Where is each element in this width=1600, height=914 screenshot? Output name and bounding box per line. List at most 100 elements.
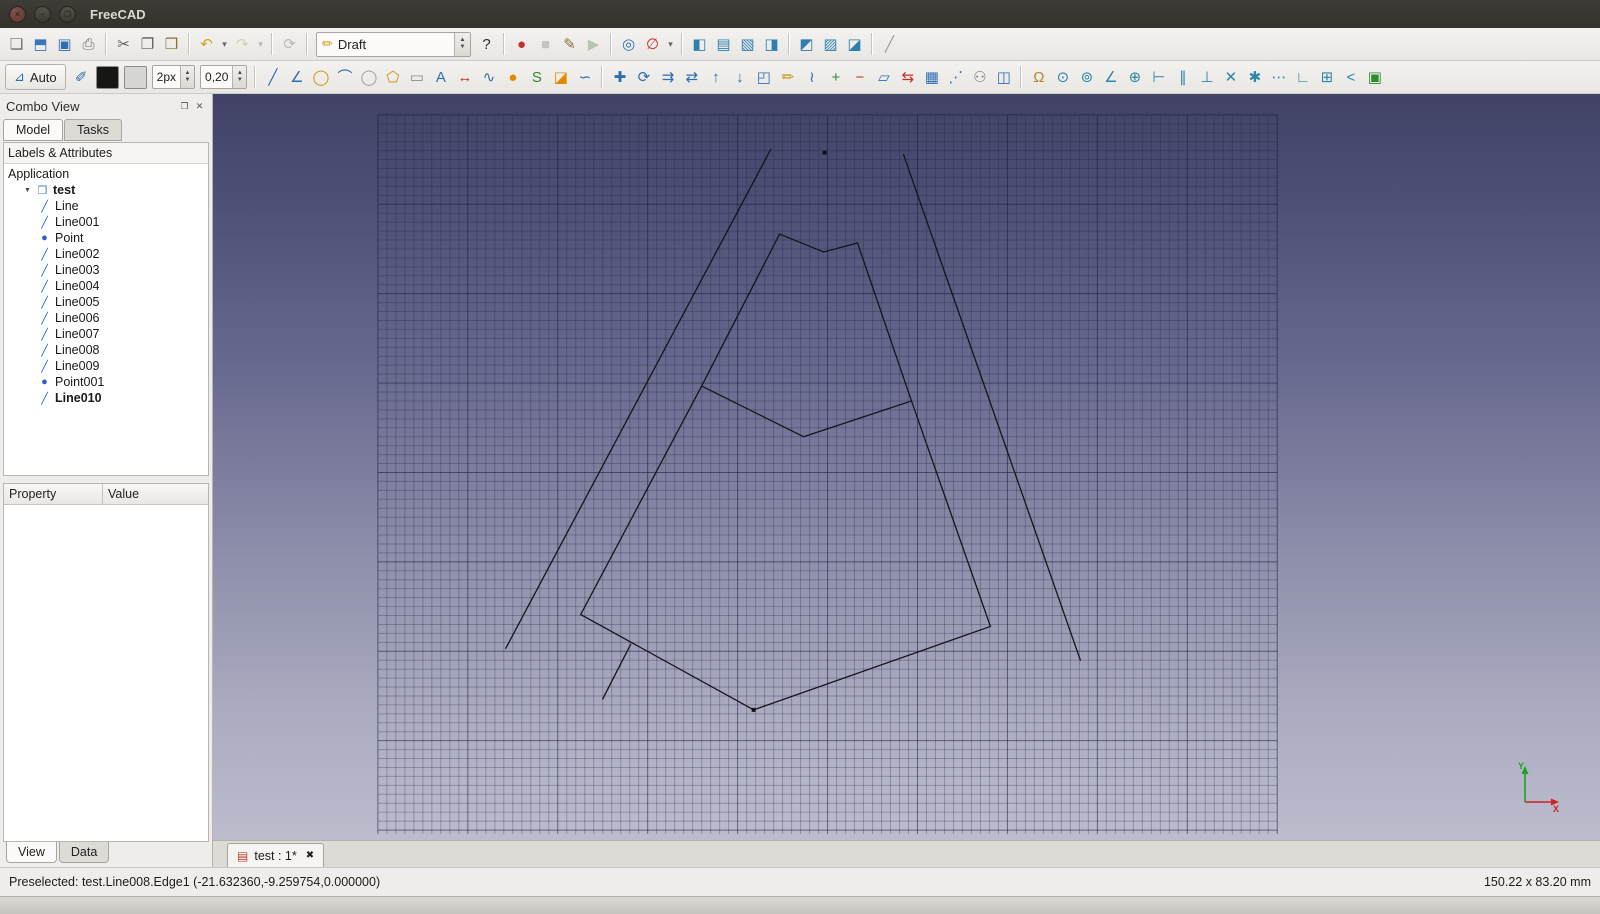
snap-parallel-button[interactable]: ∥: [1171, 66, 1194, 89]
draft-clone-button[interactable]: ⚇: [968, 66, 991, 89]
tab-data[interactable]: Data: [58, 842, 110, 863]
tree-item-line008[interactable]: ╱ Line008: [4, 342, 208, 358]
tab-tasks[interactable]: Tasks: [64, 119, 122, 141]
draft-dimension-button[interactable]: ↔: [453, 66, 476, 89]
draft-circle-button[interactable]: ◯: [309, 66, 332, 89]
value-column-header[interactable]: Value: [103, 484, 208, 505]
tree-item-line[interactable]: ╱ Line: [4, 198, 208, 214]
tree-item-line010[interactable]: ╱ Line010: [4, 390, 208, 406]
panel-close-icon[interactable]: ✕: [192, 99, 207, 114]
line-width-spin-arrows[interactable]: ▲ ▼: [180, 66, 195, 88]
measure-distance-button[interactable]: ╱: [878, 33, 901, 56]
open-file-button[interactable]: ⬒: [29, 33, 52, 56]
copy-button[interactable]: ❐: [136, 33, 159, 56]
expander-icon[interactable]: ▼: [23, 187, 32, 194]
snap-ortho-button[interactable]: ∟: [1291, 66, 1314, 89]
tree-item-line007[interactable]: ╱ Line007: [4, 326, 208, 342]
window-close-button[interactable]: ✕: [9, 5, 26, 23]
snap-midpoint-button[interactable]: ⊚: [1075, 66, 1098, 89]
snap-lock-button[interactable]: Ω: [1027, 66, 1050, 89]
macro-record-button[interactable]: ●: [510, 33, 533, 56]
document-close-icon[interactable]: ✖: [306, 850, 314, 861]
undo-button[interactable]: ↶: [195, 33, 218, 56]
snap-extension-button[interactable]: ⊢: [1147, 66, 1170, 89]
draft-polygon-button[interactable]: ⬠: [381, 66, 404, 89]
draft-bspline-button[interactable]: ∿: [477, 66, 500, 89]
draft-rotate-button[interactable]: ⟳: [632, 66, 655, 89]
snap-dimensions-button[interactable]: <: [1339, 66, 1362, 89]
draft-arc-button[interactable]: ⌒: [333, 66, 356, 89]
scale-spin[interactable]: 0,20 ▲ ▼: [200, 65, 248, 89]
tab-model[interactable]: Model: [3, 119, 64, 141]
draft-mirror-button[interactable]: ◫: [992, 66, 1015, 89]
tree-item-line005[interactable]: ╱ Line005: [4, 294, 208, 310]
workbench-dropdown-arrows[interactable]: ▲ ▼: [454, 32, 470, 56]
draft-delete-point-button[interactable]: −: [848, 66, 871, 89]
cut-button[interactable]: ✂: [112, 33, 135, 56]
face-color-swatch[interactable]: [123, 65, 147, 89]
workbench-selector[interactable]: ✏ Draft ▲ ▼: [316, 31, 471, 57]
tree-item-point001[interactable]: ● Point001: [4, 374, 208, 390]
draft-downgrade-button[interactable]: ↓: [728, 66, 751, 89]
tree-item-line003[interactable]: ╱ Line003: [4, 262, 208, 278]
draft-wire-to-bspline-button[interactable]: ≀: [800, 66, 823, 89]
window-minimize-button[interactable]: −: [34, 5, 51, 23]
draft-edit-button[interactable]: ✏: [776, 66, 799, 89]
tree-item-line004[interactable]: ╱ Line004: [4, 278, 208, 294]
property-column-header[interactable]: Property: [4, 484, 103, 505]
tree-item-point[interactable]: ● Point: [4, 230, 208, 246]
draft-path-array-button[interactable]: ⋰: [944, 66, 967, 89]
tree-item-line002[interactable]: ╱ Line002: [4, 246, 208, 262]
tree-item-line001[interactable]: ╱ Line001: [4, 214, 208, 230]
snap-center-button[interactable]: ⊕: [1123, 66, 1146, 89]
zoom-fit-button[interactable]: ◎: [617, 33, 640, 56]
panel-splitter[interactable]: [0, 476, 212, 483]
draft-move-button[interactable]: ✚: [608, 66, 631, 89]
macro-edit-button[interactable]: ✎: [558, 33, 581, 56]
tab-view[interactable]: View: [6, 842, 57, 863]
snap-special-button[interactable]: ✱: [1243, 66, 1266, 89]
print-button[interactable]: ⎙: [77, 33, 100, 56]
tree-item-line009[interactable]: ╱ Line009: [4, 358, 208, 374]
view-rear-button[interactable]: ◩: [795, 33, 818, 56]
whats-this-button[interactable]: ?: [475, 33, 498, 56]
view-bottom-button[interactable]: ▨: [819, 33, 842, 56]
snap-near-button[interactable]: ⋯: [1267, 66, 1290, 89]
draft-line-button[interactable]: ╱: [261, 66, 284, 89]
draft-shapestring-button[interactable]: S: [525, 66, 548, 89]
line-color-swatch[interactable]: [95, 65, 119, 89]
snap-working-plane-button[interactable]: ▣: [1363, 66, 1386, 89]
draft-to-sketch-button[interactable]: ⇆: [896, 66, 919, 89]
view-left-button[interactable]: ◪: [843, 33, 866, 56]
snap-intersection-button[interactable]: ✕: [1219, 66, 1242, 89]
draft-rectangle-button[interactable]: ▭: [405, 66, 428, 89]
draft-wire-button[interactable]: ∠: [285, 66, 308, 89]
working-plane-button[interactable]: ⊿ Auto: [5, 64, 66, 90]
snap-endpoint-button[interactable]: ⊙: [1051, 66, 1074, 89]
window-maximize-button[interactable]: ❐: [59, 5, 76, 23]
draft-upgrade-button[interactable]: ↑: [704, 66, 727, 89]
save-button[interactable]: ▣: [53, 33, 76, 56]
draw-style-button[interactable]: ∅: [641, 33, 664, 56]
snap-perpendicular-button[interactable]: ⊥: [1195, 66, 1218, 89]
line-width-spin[interactable]: 2px ▲ ▼: [151, 65, 196, 89]
3d-viewport[interactable]: Y X: [213, 94, 1600, 840]
view-right-button[interactable]: ◨: [760, 33, 783, 56]
tree-item-application[interactable]: Application: [4, 166, 208, 182]
snap-grid-button[interactable]: ⊞: [1315, 66, 1338, 89]
tree-item-test[interactable]: ▼ ❒ test: [4, 182, 208, 198]
draft-text-button[interactable]: A: [429, 66, 452, 89]
paste-button[interactable]: ❒: [160, 33, 183, 56]
view-top-button[interactable]: ▧: [736, 33, 759, 56]
draft-shape-2d-view-button[interactable]: ▱: [872, 66, 895, 89]
draft-scale-button[interactable]: ◰: [752, 66, 775, 89]
draft-ellipse-button[interactable]: ◯: [357, 66, 380, 89]
draft-facebinder-button[interactable]: ◪: [549, 66, 572, 89]
draft-array-button[interactable]: ▦: [920, 66, 943, 89]
draft-trimex-button[interactable]: ⇄: [680, 66, 703, 89]
construction-mode-button[interactable]: ✐: [70, 66, 93, 89]
panel-float-icon[interactable]: ❐: [177, 99, 192, 114]
tree-item-line006[interactable]: ╱ Line006: [4, 310, 208, 326]
undo-dropdown[interactable]: ▾: [219, 33, 230, 56]
draft-bezier-button[interactable]: ∽: [573, 66, 596, 89]
